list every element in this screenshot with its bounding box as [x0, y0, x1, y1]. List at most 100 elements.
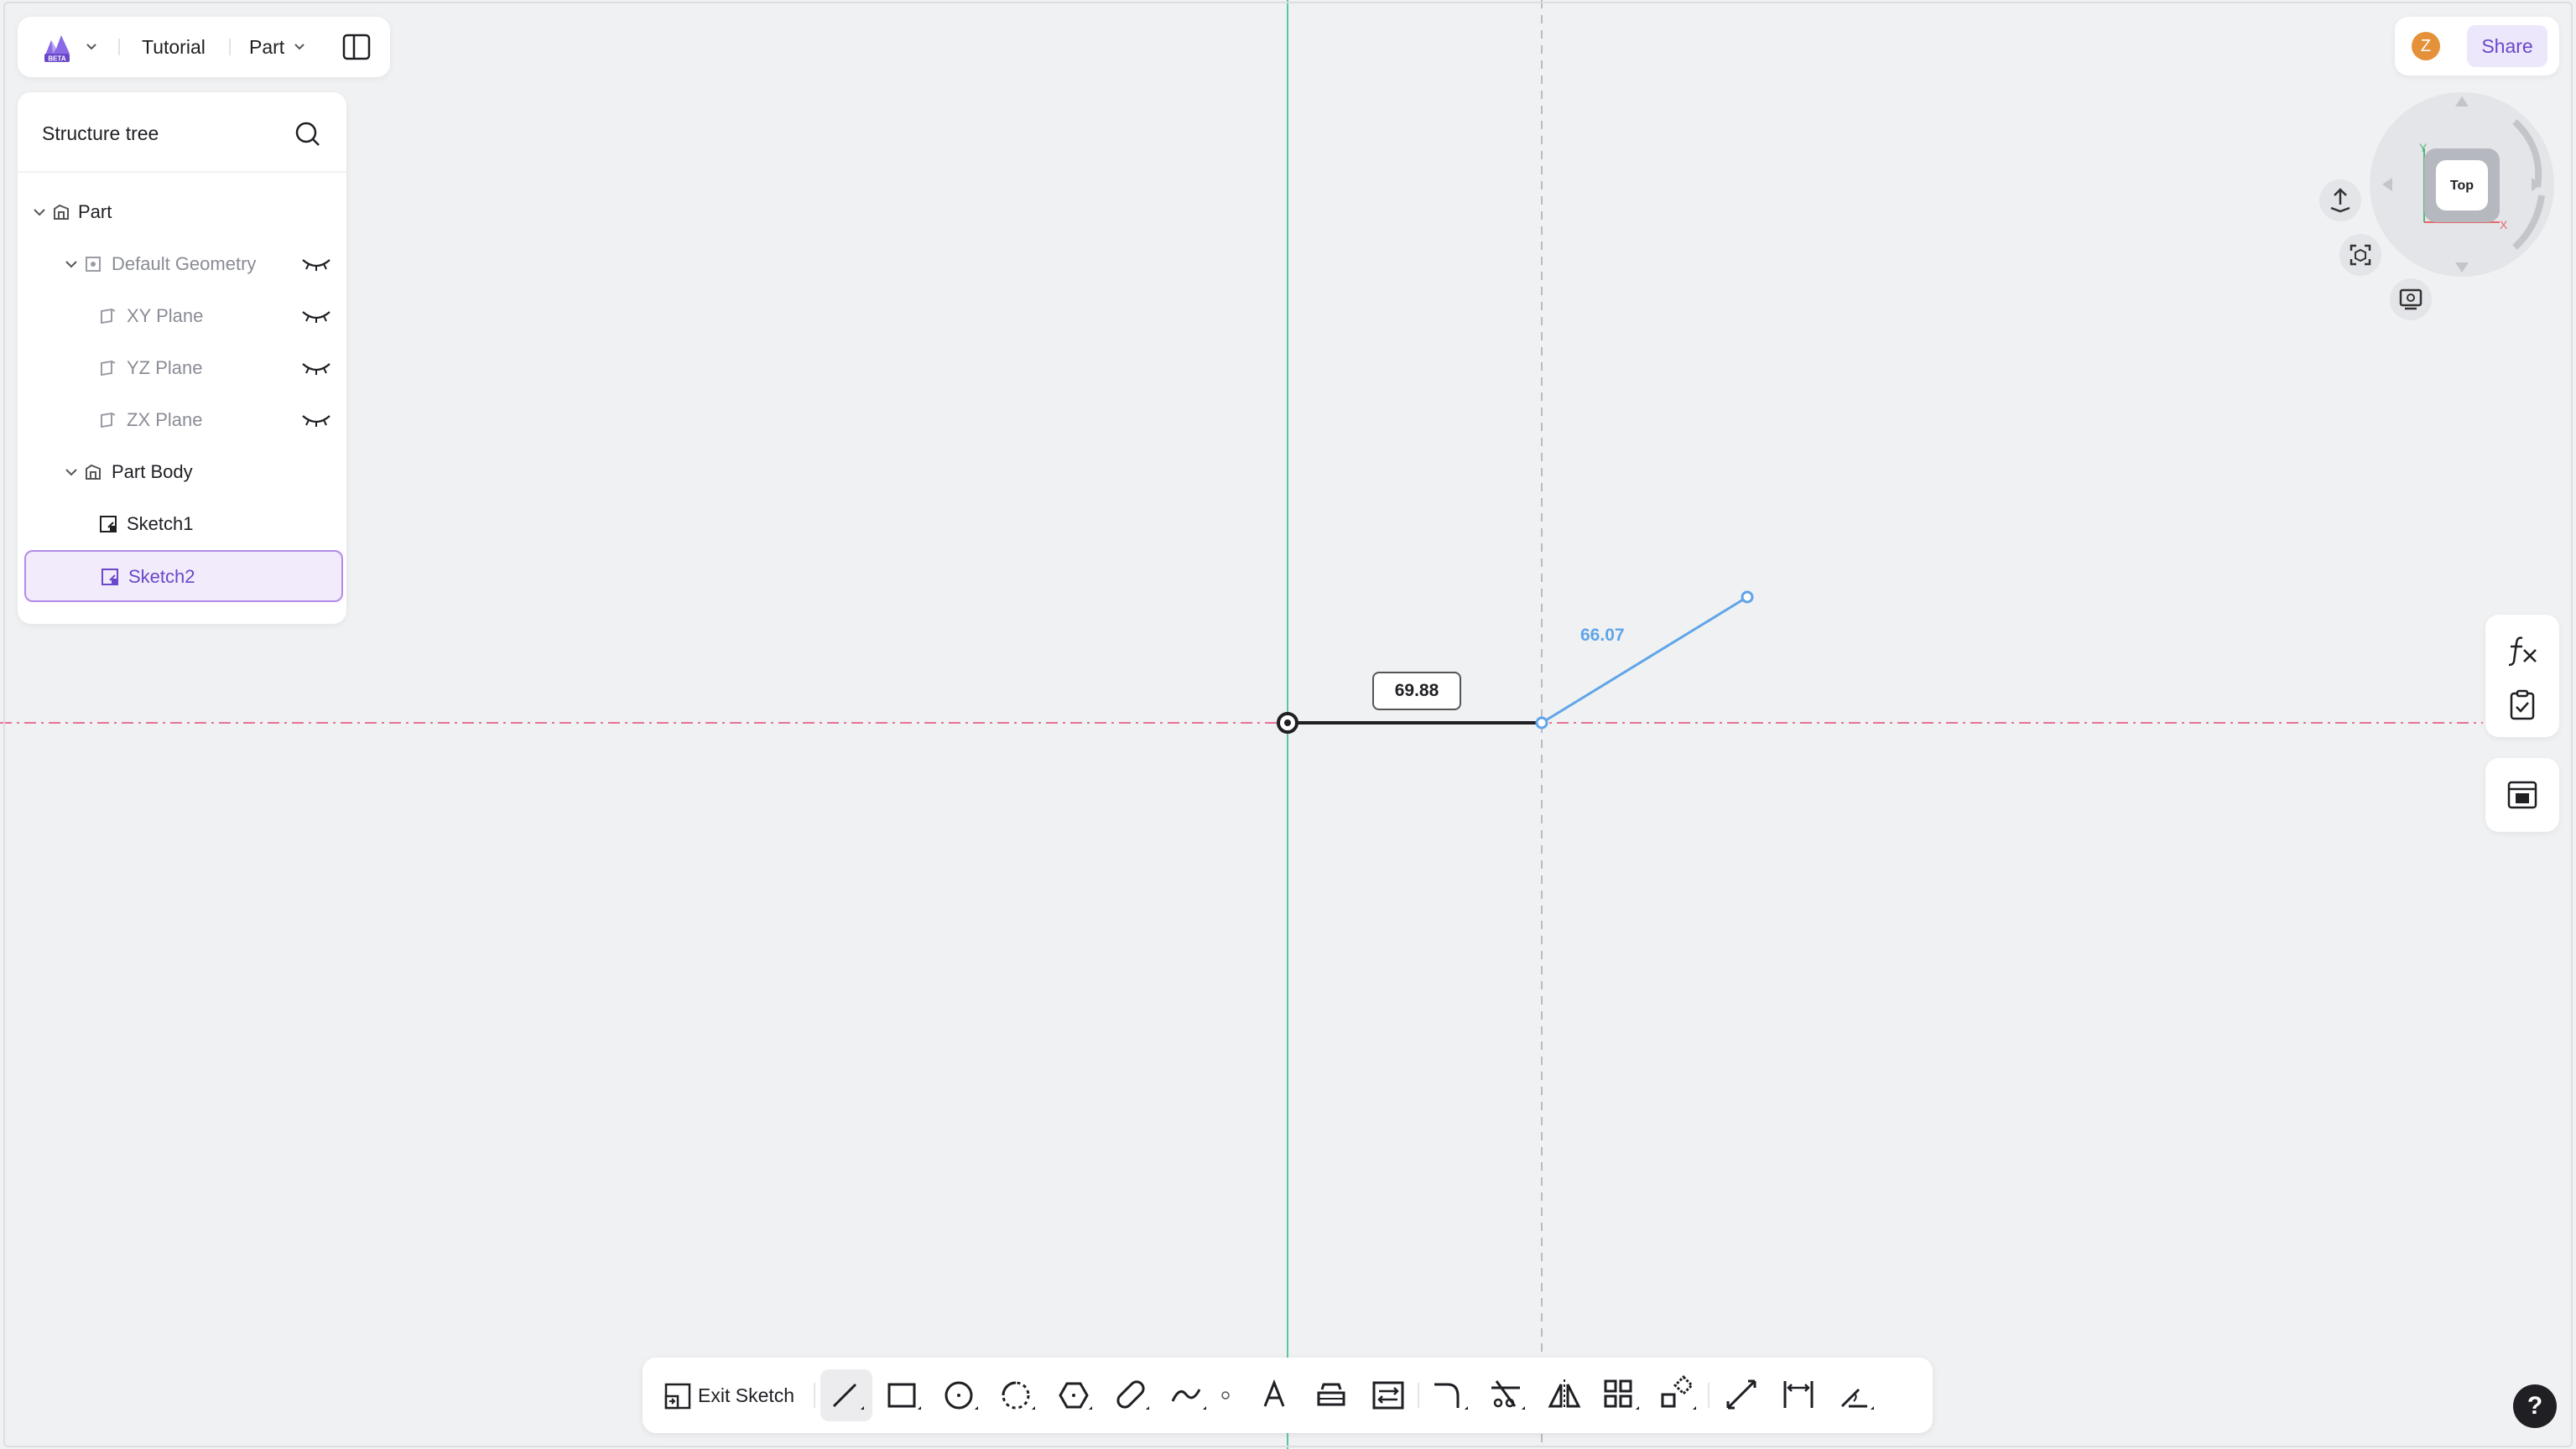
arc-tool[interactable]	[991, 1369, 1043, 1421]
chevron-down-icon[interactable]	[31, 204, 48, 221]
circle-tool[interactable]	[934, 1369, 986, 1421]
eye-closed-icon[interactable]	[301, 307, 331, 325]
part-icon	[54, 204, 69, 220]
point-icon	[1221, 1391, 1230, 1400]
dimension-live: 66.07	[1580, 626, 1625, 645]
slot-tool[interactable]	[1106, 1369, 1158, 1421]
structure-tree-panel: Structure tree Part Default Geometry XY …	[18, 92, 346, 624]
pattern-tool[interactable]	[1595, 1369, 1647, 1421]
constraint-tool[interactable]	[1830, 1369, 1882, 1421]
chevron-down-icon	[86, 44, 96, 50]
app-logo-icon: BETA	[44, 35, 70, 63]
trim-tool[interactable]	[1481, 1369, 1533, 1421]
exit-sketch-button[interactable]: Exit Sketch	[659, 1369, 802, 1421]
checklist-icon[interactable]	[2506, 688, 2539, 722]
mirror-icon	[1548, 1379, 1581, 1410]
dimension-fixed[interactable]: 69.88	[1372, 672, 1461, 710]
tree-item-yz-plane[interactable]: YZ Plane	[24, 344, 340, 392]
top-bar: BETA Tutorial Part	[18, 17, 390, 77]
text-tool[interactable]	[1248, 1369, 1300, 1421]
tree-item-part[interactable]: Part	[24, 188, 340, 236]
polygon-tool[interactable]	[1049, 1369, 1101, 1421]
arc-icon	[1002, 1381, 1035, 1410]
fit-view-icon	[2350, 244, 2371, 266]
tree-item-label: Part Body	[112, 461, 193, 482]
formula-icon[interactable]	[2504, 631, 2541, 668]
logo-badge: BETA	[48, 55, 65, 63]
project-tool[interactable]	[1305, 1369, 1357, 1421]
tree-item-label: Default Geometry	[112, 253, 257, 274]
line-icon	[832, 1383, 864, 1410]
display-mode-button[interactable]	[2390, 278, 2432, 320]
display-mode-icon	[2399, 288, 2422, 310]
chevron-down-icon[interactable]	[63, 256, 80, 273]
chevron-down-icon[interactable]	[63, 464, 80, 480]
exit-sketch-label: Exit Sketch	[698, 1384, 795, 1406]
view-cube[interactable]: Y X Top	[2365, 88, 2558, 281]
project-icon	[1317, 1383, 1345, 1406]
tree-item-label: Part	[78, 201, 112, 222]
share-button[interactable]: Share	[2467, 25, 2547, 67]
divider	[118, 39, 120, 55]
project-name[interactable]: Tutorial	[142, 17, 206, 77]
plane-icon	[101, 360, 116, 377]
rectangle-tool[interactable]	[877, 1369, 929, 1421]
home-view-button[interactable]	[2319, 179, 2361, 221]
avatar[interactable]: Z	[2412, 32, 2440, 60]
smart-dimension-tool[interactable]	[1716, 1369, 1768, 1421]
eye-closed-icon[interactable]	[301, 411, 331, 429]
transform-tool[interactable]	[1652, 1369, 1704, 1421]
tree-item-default-geometry[interactable]: Default Geometry	[24, 240, 340, 288]
mirror-tool[interactable]	[1538, 1369, 1590, 1421]
panel-toggle-icon[interactable]	[341, 32, 372, 62]
line-tool[interactable]	[820, 1369, 872, 1421]
fit-view-button[interactable]	[2339, 234, 2381, 276]
view-face-label: Top	[2450, 179, 2474, 193]
table-panel-icon[interactable]	[2506, 778, 2539, 812]
distance-icon	[1783, 1381, 1814, 1408]
app-menu-button[interactable]: BETA	[39, 29, 98, 65]
sketch-icon	[100, 516, 117, 532]
eye-closed-icon[interactable]	[301, 255, 331, 273]
tree-item-label: Sketch1	[127, 513, 194, 534]
divider	[1418, 1383, 1419, 1408]
tree-item-label: XY Plane	[127, 305, 204, 326]
divider	[1708, 1383, 1710, 1408]
fillet-icon	[1434, 1383, 1468, 1410]
pattern-icon	[1604, 1379, 1639, 1410]
right-tools-panel	[2485, 615, 2559, 737]
tree-item-part-body[interactable]: Part Body	[24, 448, 340, 496]
tree-item-label: YZ Plane	[127, 357, 203, 378]
axis-y-label: Y	[2419, 141, 2428, 154]
convert-icon	[1372, 1381, 1404, 1410]
tree-item-zx-plane[interactable]: ZX Plane	[24, 396, 340, 444]
tree-title: Structure tree	[42, 122, 159, 144]
tree-item-sketch2[interactable]: Sketch2	[24, 550, 343, 602]
plane-icon	[101, 308, 116, 325]
text-icon	[1263, 1379, 1285, 1407]
point-tool[interactable]	[1206, 1369, 1245, 1421]
tree-header: Structure tree	[18, 92, 346, 173]
home-view-icon	[2330, 188, 2350, 213]
slot-icon	[1116, 1380, 1149, 1410]
right-panel-2	[2485, 758, 2559, 832]
dimension-icon	[1726, 1379, 1756, 1410]
tree-item-xy-plane[interactable]: XY Plane	[24, 292, 340, 340]
divider	[229, 39, 231, 55]
body-icon	[86, 464, 101, 480]
mode-label: Part	[249, 36, 285, 58]
geometry-icon	[86, 257, 101, 272]
tree-item-sketch1[interactable]: Sketch1	[24, 500, 340, 548]
chevron-down-icon	[294, 44, 304, 50]
eye-closed-icon[interactable]	[301, 359, 331, 377]
sketch-icon	[101, 569, 118, 585]
help-button[interactable]: ?	[2513, 1384, 2557, 1428]
axis-x-label: X	[2500, 218, 2508, 231]
distance-dimension-tool[interactable]	[1773, 1369, 1825, 1421]
fillet-tool[interactable]	[1424, 1369, 1476, 1421]
mode-dropdown[interactable]: Part	[249, 17, 306, 77]
constraint-icon	[1840, 1388, 1874, 1410]
convert-tool[interactable]	[1362, 1369, 1414, 1421]
search-icon[interactable]	[293, 119, 323, 149]
circle-icon	[945, 1381, 978, 1410]
